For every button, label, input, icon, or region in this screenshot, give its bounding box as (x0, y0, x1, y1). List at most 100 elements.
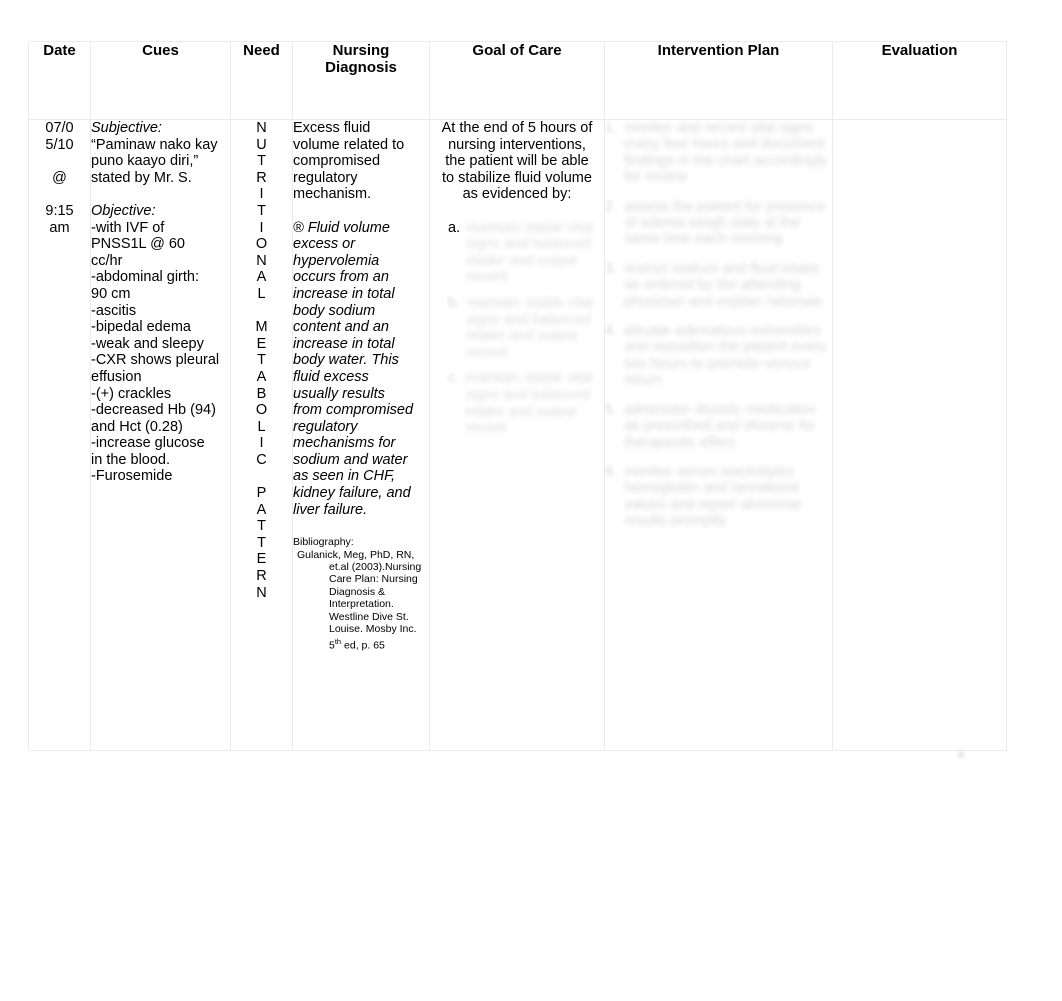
goal-criteria-text-obscured: maintain stable vital signs and balanced… (465, 370, 593, 437)
bibliography-line: Diagnosis & (329, 585, 386, 598)
need-letter: B (256, 385, 267, 402)
diagnosis-rationale-line: usually results (293, 385, 385, 402)
diagnosis-statement-line: volume related to (293, 136, 405, 153)
header-row: Date Cues Need Nursing Diagnosis Goal of… (28, 41, 1007, 120)
column-header-evaluation-label: Evaluation (881, 42, 958, 59)
need-letter: T (257, 153, 266, 170)
column-header-goal-of-care-label: Goal of Care (472, 42, 562, 59)
column-header-intervention-plan: Intervention Plan (604, 41, 833, 120)
cues-subjective-line: puno kaayo diri,” (91, 153, 199, 170)
column-header-intervention-plan-label: Intervention Plan (657, 42, 780, 59)
diagnosis-rationale-line: ® Fluid volume (293, 219, 390, 236)
need-letter: E (256, 335, 267, 352)
intervention-item-marker: 4. (605, 323, 618, 340)
intervention-item-text-obscured: elevate edematous extremities and reposi… (624, 323, 827, 389)
intervention-item-marker: 1. (605, 120, 618, 136)
cues-objective-line: -ascitis (91, 302, 137, 319)
column-header-nursing-diagnosis-line2: Diagnosis (325, 59, 397, 76)
need-letter: R (256, 568, 267, 585)
need-letter: I (259, 219, 264, 236)
intervention-item: 3. restrict sodium and fluid intake as or… (605, 261, 832, 310)
cues-objective-line: -abdominal girth: (91, 269, 199, 286)
diagnosis-statement: Excess fluid volume related to compromised… (293, 120, 429, 203)
bibliography-title: Bibliography: (293, 536, 354, 549)
goal-statement-line: nursing interventions, (448, 136, 586, 153)
bibliography-line: Care Plan: Nursing (329, 573, 418, 586)
need-letter: U (256, 136, 267, 153)
need-letter: A (256, 368, 267, 385)
intervention-item: 5. administer diuretic medication as pres… (605, 402, 832, 451)
intervention-item-text-obscured: administer diuretic medication as prescr… (624, 401, 816, 451)
diagnosis-rationale-line: hypervolemia (293, 252, 380, 269)
cues-objective-line: -with IVF of (91, 219, 165, 236)
column-header-nursing-diagnosis: Nursing Diagnosis (292, 41, 430, 120)
document-page: Date Cues Need Nursing Diagnosis Goal of… (0, 0, 1062, 1001)
diagnosis-rationale-line: from compromised (293, 402, 414, 419)
column-header-cues-label: Cues (142, 42, 179, 59)
column-header-need-label: Need (243, 42, 280, 59)
bibliography-line: Interpretation. (329, 598, 394, 611)
need-letter: E (256, 551, 267, 568)
need-letter: L (257, 418, 266, 435)
diagnosis-statement-line: Excess fluid (293, 120, 371, 136)
cues-subjective-line: stated by Mr. S. (91, 169, 192, 186)
goal-criteria-marker: b. (448, 294, 461, 311)
goal-criteria-list: a. maintain stable vital signs and balanc… (430, 220, 604, 437)
cues-objective-line: -Furosemide (91, 468, 173, 485)
need-letter: A (256, 501, 267, 518)
need-letter: N (256, 120, 267, 136)
intervention-item-text-obscured: assess the patient for presence of edema… (624, 198, 826, 248)
diagnosis-rationale-line: increase in total (293, 285, 395, 302)
cell-intervention-plan: 1. monitor and record vital signs every f… (604, 119, 833, 751)
diagnosis-rationale-line: kidney failure, and (293, 485, 411, 502)
goal-statement-line: to stabilize fluid volume (442, 169, 592, 186)
goal-criteria-text-obscured: maintain stable vital signs and balanced… (466, 219, 594, 286)
goal-criteria-text-obscured: maintain stable vital signs and balanced… (466, 294, 594, 361)
column-header-nursing-diagnosis-line1: Nursing (332, 42, 390, 59)
need-letter: R (256, 169, 267, 186)
intervention-list: 1. monitor and record vital signs every f… (605, 120, 832, 530)
diagnosis-rationale-line: increase in total (293, 335, 395, 352)
need-letter-spacer (231, 468, 292, 485)
date-line: 07/0 (45, 120, 74, 136)
diagnosis-statement-line: regulatory (293, 169, 358, 186)
cell-need: NUTRITIONALMETABOLICPATTERN (230, 119, 293, 751)
need-letter: N (256, 252, 267, 269)
table-body: 07/0 5/10 @9:15 am Subjective: “Paminaw nak… (28, 119, 1007, 751)
need-letter: M (255, 319, 268, 336)
goal-criteria-item: b. maintain stable vital signs and balanc… (430, 295, 604, 361)
bibliography-line: Westline Dive St. (329, 610, 409, 623)
need-acrostic: NUTRITIONALMETABOLICPATTERN (231, 120, 292, 601)
intervention-item-text-obscured: restrict sodium and fluid intake as orde… (624, 260, 823, 310)
need-letter: I (259, 186, 264, 203)
table-row: 07/0 5/10 @9:15 am Subjective: “Paminaw nak… (28, 119, 1007, 751)
diagnosis-rationale-line: occurs from an (293, 269, 389, 286)
need-letter-spacer (231, 303, 292, 320)
date-line: 9:15 (45, 202, 74, 219)
goal-criteria-marker: a. (448, 219, 461, 236)
intervention-item: 6. monitor serum electrolytes hemoglobin … (605, 464, 832, 530)
need-letter: L (257, 285, 266, 302)
goal-criteria-item: c. maintain stable vital signs and balanc… (430, 370, 604, 436)
page-artifact-mark: ▪ (957, 745, 965, 764)
goal-spacer (430, 203, 604, 220)
cell-nursing-diagnosis: Excess fluid volume related to compromised… (292, 119, 430, 751)
cues-objective-line: effusion (91, 368, 142, 385)
need-letter: O (255, 236, 268, 253)
nursing-care-plan-table: Date Cues Need Nursing Diagnosis Goal of… (28, 41, 1007, 751)
cues-objective-line: -(+) crackles (91, 385, 172, 402)
diagnosis-statement-line: compromised (293, 153, 381, 170)
need-letter: N (256, 584, 267, 601)
cues-objective-line: PNSS1L @ 60 (91, 236, 185, 253)
bibliography: Bibliography: Gulanick, Meg, PhD, RN, et… (293, 536, 429, 651)
goal-criteria-item: a. maintain stable vital signs and balanc… (430, 220, 604, 286)
goal-statement-line: as evidenced by: (462, 186, 572, 203)
need-letter: A (256, 269, 267, 286)
diagnosis-statement-line: mechanism. (293, 186, 372, 203)
date-line-spacer (29, 186, 90, 203)
cell-goal-of-care: At the end of 5 hours of nursing interven… (429, 119, 605, 751)
diagnosis-rationale-line: excess or (293, 236, 356, 253)
date-line-spacer (29, 153, 90, 170)
cell-date: 07/0 5/10 @9:15 am (28, 119, 91, 751)
column-header-date: Date (28, 41, 91, 120)
